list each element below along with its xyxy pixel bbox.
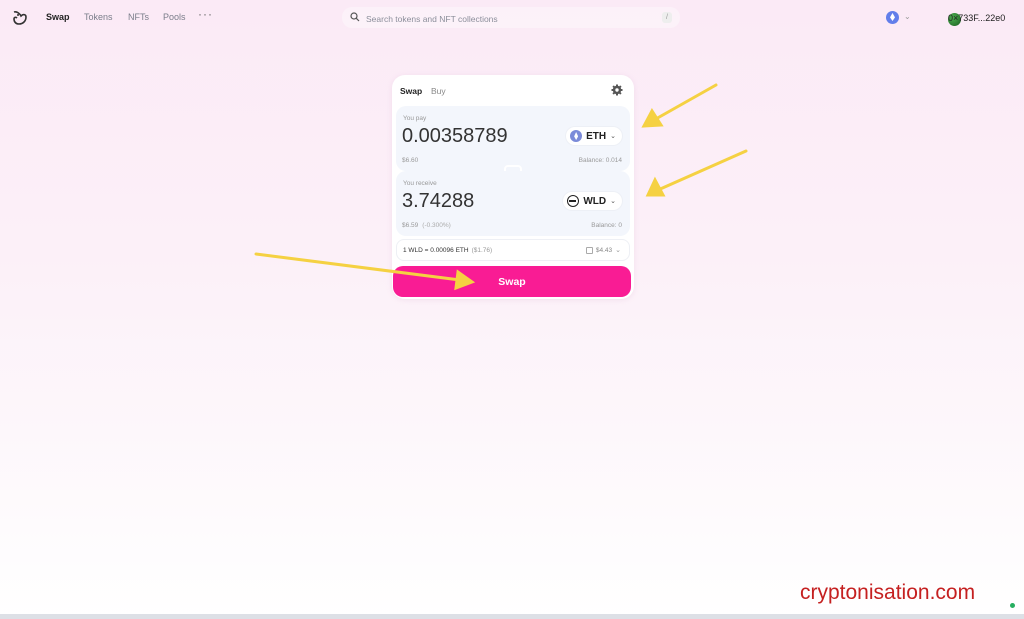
gear-icon[interactable] [611,84,623,96]
nav-tokens[interactable]: Tokens [84,12,113,22]
receive-amount-input[interactable]: 3.74288 [402,190,552,213]
pay-token-symbol: ETH [586,130,607,142]
wld-token-icon [567,195,580,207]
price-impact: (-0.300%) [422,222,451,229]
exchange-rate: 1 WLD = 0.00096 ETH ($1.76) [403,247,492,254]
watermark-text: cryptonisation.com [800,581,976,604]
pay-token-selector[interactable]: ETH ⌄ [566,127,622,145]
tab-buy[interactable]: Buy [431,86,446,96]
receive-panel: You receive 3.74288 WLD ⌄ $6.59 (-0.300%)… [396,171,630,236]
top-navigation: Swap Tokens NFTs Pools ··· / ⌄ 0×733F...… [0,0,1024,36]
exchange-rate-usd: ($1.76) [471,247,493,254]
pay-usd-value: $6.60 [402,157,419,164]
network-selector[interactable]: ⌄ [884,10,914,26]
receive-token-selector[interactable]: WLD ⌄ [563,192,622,210]
uniswap-logo-icon[interactable] [11,9,29,27]
account-address: 0×733F...22e0 [948,13,1006,23]
annotation-arrow-pay [652,83,718,122]
exchange-rate-row[interactable]: 1 WLD = 0.00096 ETH ($1.76) $4.43 ⌄ [396,239,630,261]
search-shortcut-key: / [662,12,672,23]
search-input[interactable] [364,10,648,27]
account-button[interactable]: 0×733F...22e0 [926,10,1016,26]
annotation-arrowhead-pay [641,108,664,128]
annotation-arrowhead-receive [645,176,666,197]
chevron-down-icon: ⌄ [610,198,616,205]
chevron-down-icon: ⌄ [610,133,616,140]
exchange-rate-text: 1 WLD = 0.00096 ETH [403,247,469,254]
chevron-down-icon: ⌄ [615,247,621,254]
receive-balance: Balance: 0 [591,222,622,229]
search-bar[interactable]: / [342,7,680,28]
receive-label: You receive [403,180,437,187]
receive-token-symbol: WLD [583,195,607,207]
ethereum-icon [886,11,899,24]
receive-usd-amount: $6.59 [402,222,419,229]
nav-swap[interactable]: Swap [46,12,70,22]
bottom-bar [0,614,1024,619]
gas-estimate: $4.43 ⌄ [585,246,621,254]
annotation-arrow-receive [656,149,748,192]
nav-pools[interactable]: Pools [163,12,186,22]
chevron-down-icon: ⌄ [904,12,911,21]
eth-token-icon [570,130,583,142]
gas-estimate-value: $4.43 [595,246,613,254]
tab-swap[interactable]: Swap [400,86,422,96]
pay-panel: You pay 0.00358789 ETH ⌄ $6.60 Balance: … [396,106,630,171]
gas-icon [585,246,593,254]
status-indicator-icon [1010,603,1015,608]
receive-usd-value: $6.59 (-0.300%) [402,222,451,229]
pay-label: You pay [403,115,427,122]
pay-balance[interactable]: Balance: 0.014 [579,157,622,164]
swap-button[interactable]: Swap [393,266,631,297]
search-icon [350,12,360,22]
nav-nfts[interactable]: NFTs [128,12,149,22]
more-menu-icon[interactable]: ··· [198,7,213,21]
pay-amount-input[interactable]: 0.00358789 [402,125,552,148]
